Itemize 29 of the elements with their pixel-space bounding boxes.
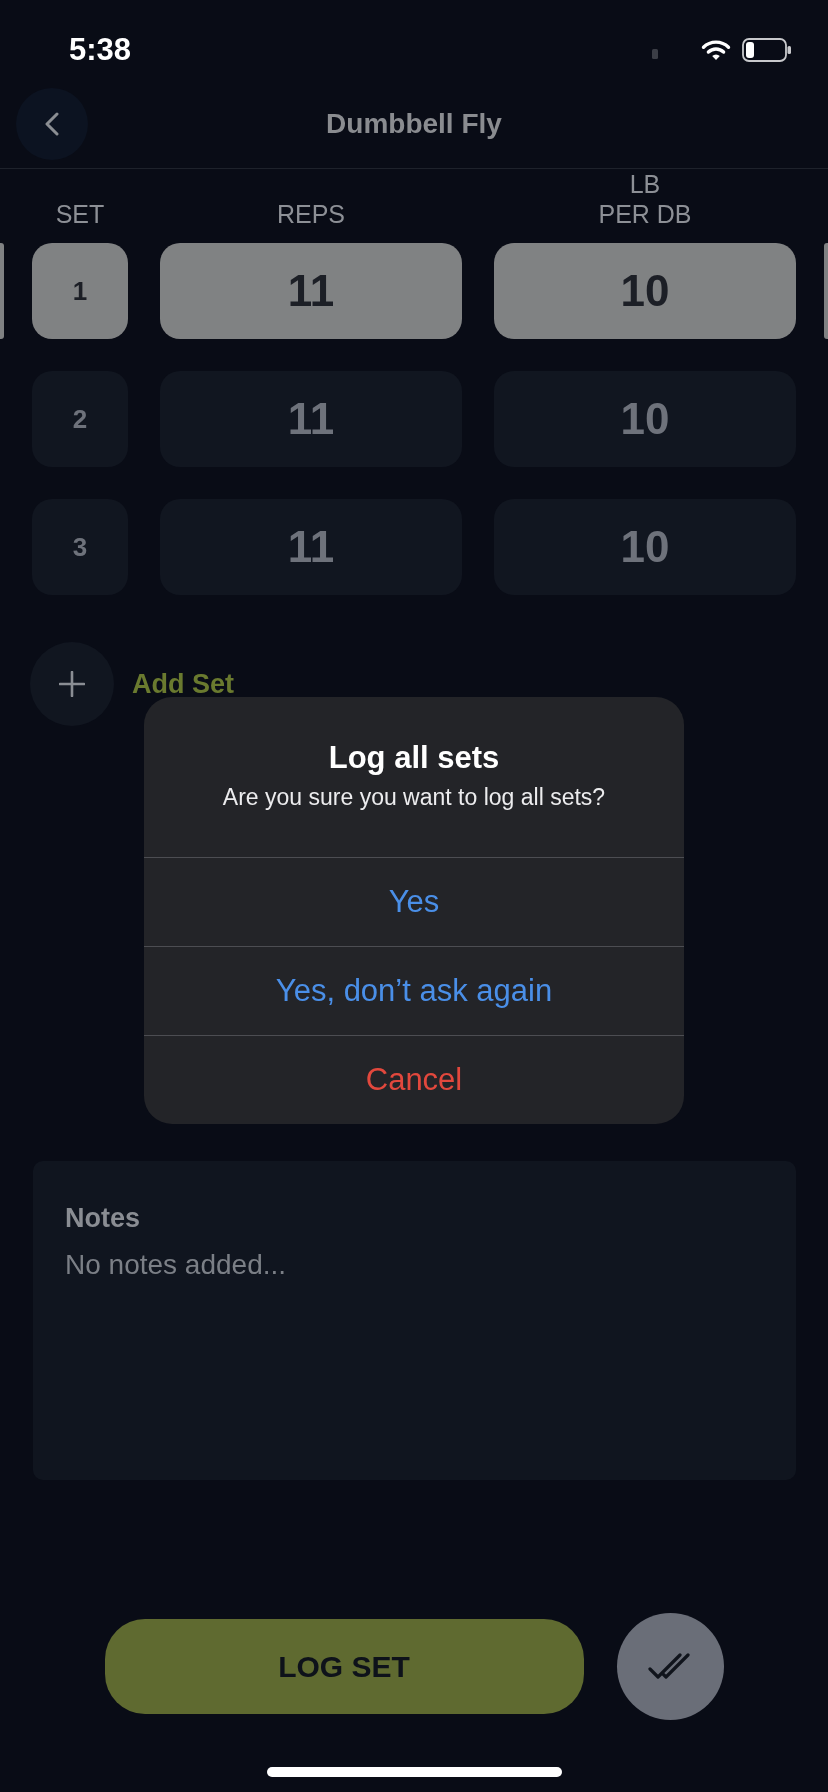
dialog-button[interactable]: Cancel: [144, 1035, 684, 1124]
set-number-cell[interactable]: 2: [32, 371, 128, 467]
column-header: SET: [54, 199, 106, 229]
status-time: 5:38: [69, 32, 132, 68]
plus-icon: [59, 671, 85, 697]
column-header: LB PER DB: [597, 169, 693, 229]
notes-text: No notes added...: [65, 1248, 288, 1282]
notes-card[interactable]: Notes No notes added...: [33, 1161, 796, 1480]
set-number-cell[interactable]: 3: [32, 499, 128, 595]
dialog-message: Are you sure you want to log all sets?: [221, 783, 607, 812]
chevron-left-icon: [45, 112, 59, 136]
battery-icon: [742, 38, 792, 62]
dialog-button[interactable]: Yes, don’t ask again: [144, 946, 684, 1035]
column-header: REPS: [275, 199, 347, 229]
signal-icon: [652, 49, 658, 59]
weight-field[interactable]: 10: [494, 499, 796, 595]
log-set-button[interactable]: LOG SET: [104, 1619, 584, 1714]
notes-title: Notes: [65, 1202, 141, 1235]
add-set-label[interactable]: Add Set: [132, 669, 234, 699]
reps-field[interactable]: 11: [160, 243, 462, 339]
wifi-icon: [701, 39, 731, 61]
weight-field[interactable]: 10: [494, 243, 796, 339]
exercise-title: Dumbbell Fly: [325, 108, 503, 140]
dialog-title: Log all sets: [327, 739, 501, 777]
reps-field[interactable]: 11: [160, 371, 462, 467]
weight-field[interactable]: 10: [494, 371, 796, 467]
reps-field[interactable]: 11: [160, 499, 462, 595]
dialog-button[interactable]: Yes: [144, 857, 684, 946]
set-number-cell[interactable]: 1: [32, 243, 128, 339]
